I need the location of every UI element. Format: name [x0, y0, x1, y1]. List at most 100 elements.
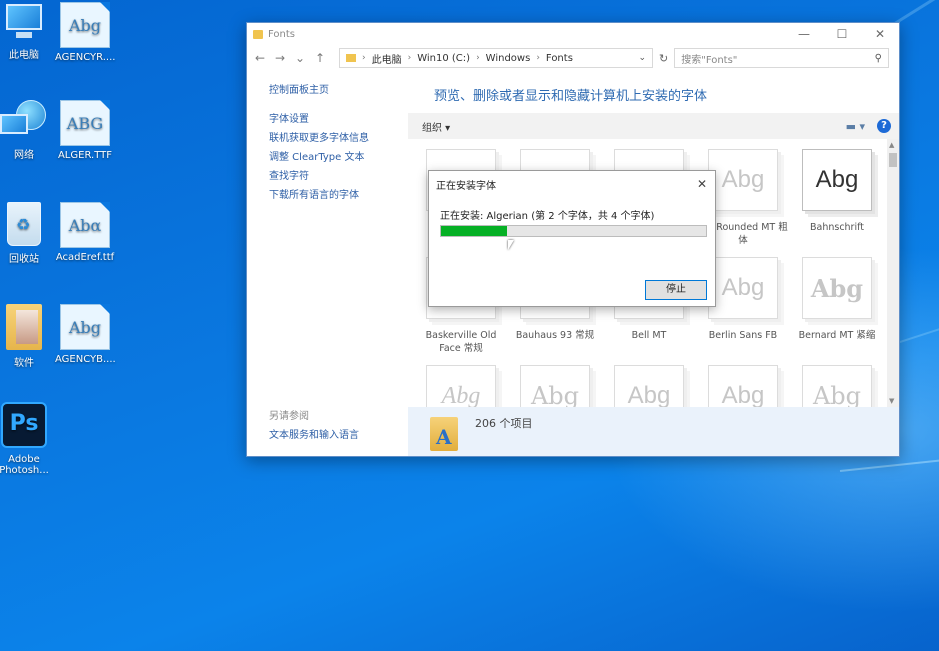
sidebar-link-cleartype[interactable]: 调整 ClearType 文本 — [269, 148, 399, 167]
photoshop-icon: Ps — [1, 402, 47, 448]
font-name: Baskerville Old Face 常规 — [425, 330, 497, 354]
minimize-button[interactable]: — — [785, 27, 823, 41]
font-glyph: ABG — [66, 113, 104, 133]
font-file-icon: Abg — [60, 304, 110, 350]
font-glyph: Abg — [68, 15, 102, 35]
recent-locations-button[interactable]: ⌄ — [293, 51, 307, 65]
up-button[interactable]: ↑ — [313, 51, 327, 65]
task-sidebar: 控制面板主页 字体设置 联机获取更多字体信息 调整 ClearType 文本 查… — [269, 81, 399, 205]
font-preview-icon: Abg — [520, 365, 590, 407]
font-glyph: Abg — [68, 317, 102, 337]
font-file-icon: Abg — [60, 2, 110, 48]
help-icon[interactable]: ? — [877, 119, 891, 133]
breadcrumb-drive[interactable]: Win10 (C:) — [417, 53, 470, 64]
desktop-icon-label: AcadEref.ttf — [55, 252, 115, 263]
window-title: Fonts — [268, 28, 295, 40]
font-item-bahnschrift[interactable]: Abg Bahnschrift — [792, 149, 882, 234]
breadcrumb-this-pc[interactable]: 此电脑 — [372, 51, 402, 66]
font-preview-icon: Abg — [708, 257, 778, 319]
font-item[interactable]: Abg — [792, 365, 882, 407]
font-item[interactable]: Abg — [510, 365, 600, 407]
navigation-bar: ← → ⌄ ↑ › 此电脑 › Win10 (C:) › Windows › F… — [247, 45, 899, 71]
font-preview-icon: Abg — [708, 365, 778, 407]
font-preview-icon: Abg — [802, 257, 872, 319]
desktop-icon-label: AGENCYR.... — [55, 52, 116, 63]
desktop-icon-label: Adobe Photosh... — [0, 454, 49, 476]
font-preview-icon: Abg — [614, 365, 684, 407]
desktop-icon-software-folder[interactable]: 软件 — [0, 304, 54, 369]
font-file-icon: Abα — [60, 202, 110, 248]
font-item-bernard-mt[interactable]: Abg Bernard MT 紧缩 — [792, 257, 882, 342]
sidebar-link-download-fonts[interactable]: 下载所有语言的字体 — [269, 186, 399, 205]
desktop-icon-this-pc[interactable]: 此电脑 — [0, 2, 54, 61]
recycle-bin-icon: ♻ — [7, 202, 41, 246]
scroll-up-icon[interactable]: ▲ — [889, 141, 894, 149]
desktop-icon-network[interactable]: 网络 — [0, 100, 54, 161]
progress-fill — [441, 226, 508, 236]
mouse-cursor — [508, 240, 514, 250]
installing-fonts-dialog[interactable]: 正在安装字体 ✕ 正在安装: Algerian (第 2 个字体，共 4 个字体… — [428, 170, 716, 307]
font-glyph: Abα — [68, 215, 102, 235]
desktop-icon-font-acaderef[interactable]: Abα AcadEref.ttf — [55, 202, 115, 263]
search-input[interactable]: 搜索"Fonts" ⚲ — [674, 48, 889, 68]
install-progress-bar — [440, 225, 707, 237]
network-icon — [0, 100, 48, 142]
sidebar-link-get-more-fonts[interactable]: 联机获取更多字体信息 — [269, 129, 399, 148]
dialog-title-bar[interactable]: 正在安装字体 ✕ — [429, 171, 715, 197]
folder-icon — [346, 54, 356, 62]
desktop-icon-label: ALGER.TTF — [57, 150, 113, 161]
font-name: Bell MT — [631, 330, 667, 341]
dialog-close-button[interactable]: ✕ — [689, 177, 715, 191]
desktop-icon-label: 回收站 — [9, 254, 39, 265]
font-preview-icon: Abg — [708, 149, 778, 211]
search-icon: ⚲ — [874, 52, 882, 64]
sidebar-link-font-settings[interactable]: 字体设置 — [269, 110, 399, 129]
sidebar-link-text-services[interactable]: 文本服务和输入语言 — [269, 426, 399, 445]
computer-icon — [2, 2, 46, 42]
desktop-icon-font-alger[interactable]: ABG ALGER.TTF — [55, 100, 115, 161]
scroll-down-icon[interactable]: ▼ — [889, 397, 894, 405]
folder-icon — [6, 304, 42, 350]
command-bar: 组织 ▾ ▬ ▾ ? — [408, 113, 899, 139]
font-preview-icon: Abg — [802, 365, 872, 407]
address-bar[interactable]: › 此电脑 › Win10 (C:) › Windows › Fonts ⌄ — [339, 48, 653, 68]
breadcrumb-fonts[interactable]: Fonts — [546, 53, 573, 64]
desktop-icon-photoshop[interactable]: Ps Adobe Photosh... — [0, 402, 54, 476]
item-count: 206 个项目 — [475, 417, 533, 430]
sidebar-link-control-panel-home[interactable]: 控制面板主页 — [269, 81, 399, 100]
font-item[interactable]: Abg — [416, 365, 506, 407]
desktop-icon-label: AGENCYB.... — [55, 354, 116, 365]
desktop-icon-label: 网络 — [14, 150, 34, 161]
refresh-icon[interactable]: ↻ — [659, 52, 668, 65]
font-name: Bahnschrift — [809, 222, 865, 233]
details-pane: A 206 个项目 — [408, 407, 899, 456]
back-button[interactable]: ← — [253, 51, 267, 65]
desktop-icon-font-agencyb[interactable]: Abg AGENCYB.... — [55, 304, 116, 365]
page-heading: 预览、删除或者显示和隐藏计算机上安装的字体 — [434, 89, 708, 104]
desktop-icon-label: 软件 — [14, 358, 34, 369]
sidebar-link-find-character[interactable]: 查找字符 — [269, 167, 399, 186]
font-preview-icon: Abg — [802, 149, 872, 211]
folder-icon — [253, 29, 263, 39]
vertical-scrollbar[interactable]: ▲ ▼ — [887, 139, 899, 407]
organize-button[interactable]: 组织 ▾ — [422, 119, 450, 134]
desktop-icon-recycle-bin[interactable]: ♻ 回收站 — [0, 202, 54, 265]
stop-button[interactable]: 停止 — [645, 280, 707, 300]
font-item[interactable]: Abg — [698, 365, 788, 407]
breadcrumb-windows[interactable]: Windows — [486, 53, 531, 64]
font-name: Bauhaus 93 常规 — [515, 330, 595, 341]
scrollbar-thumb[interactable] — [889, 153, 897, 167]
maximize-button[interactable]: ☐ — [823, 27, 861, 41]
fonts-folder-icon: A — [430, 417, 458, 451]
desktop-icon-font-agencyr[interactable]: Abg AGENCYR.... — [55, 2, 115, 63]
search-placeholder: 搜索"Fonts" — [681, 54, 738, 66]
font-item[interactable]: Abg — [604, 365, 694, 407]
chevron-down-icon[interactable]: ⌄ — [638, 53, 646, 63]
install-status-message: 正在安装: Algerian (第 2 个字体，共 4 个字体) — [440, 211, 655, 222]
close-button[interactable]: ✕ — [861, 27, 899, 41]
forward-button[interactable]: → — [273, 51, 287, 65]
font-name: Bernard MT 紧缩 — [798, 330, 876, 341]
view-options-icon[interactable]: ▬ ▾ — [846, 120, 865, 133]
title-bar[interactable]: Fonts — ☐ ✕ — [247, 23, 899, 45]
desktop-icon-label: 此电脑 — [9, 50, 39, 61]
